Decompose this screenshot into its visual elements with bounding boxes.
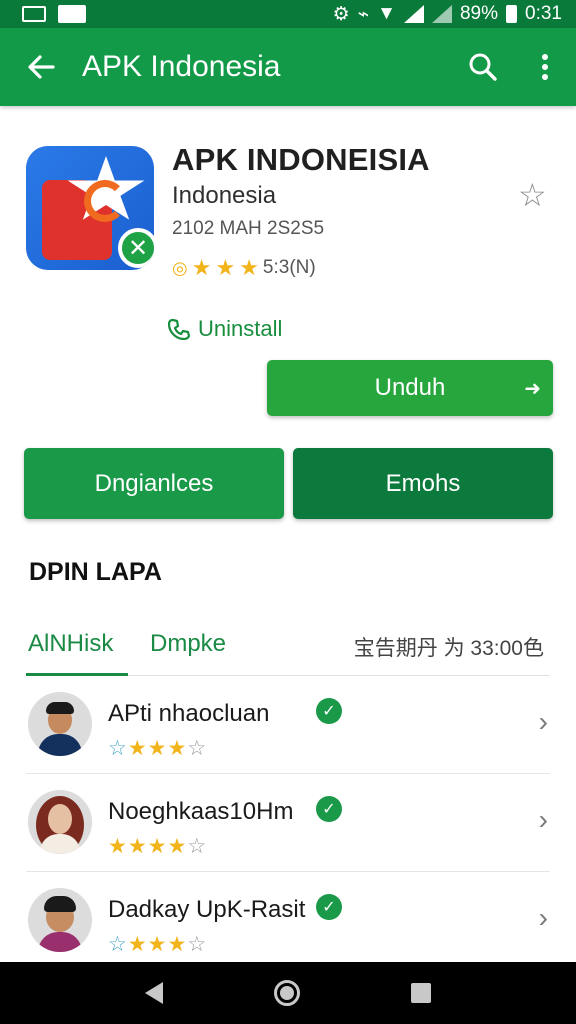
list-item[interactable]: APti nhaocluan ✓ ☆★★★☆ ›: [26, 676, 550, 774]
rating-badge-icon: ◎: [172, 257, 188, 278]
page-title: APK Indonesia: [82, 50, 281, 83]
list-item[interactable]: Noeghkaas10Hm ✓ ★★★★☆ ›: [26, 774, 550, 872]
nav-recents-icon[interactable]: [410, 983, 431, 1003]
arrow-right-icon: ➜: [524, 377, 541, 400]
wishlist-star-icon[interactable]: ☆: [518, 176, 547, 214]
avatar: [28, 692, 92, 756]
review-stars: ☆★★★☆: [108, 737, 208, 760]
wifi-icon: ▼: [377, 3, 396, 24]
signal-icon: [403, 5, 424, 23]
list-item[interactable]: Dadkay UpK-Rasit ✓ ☆★★★☆ ›: [26, 872, 550, 970]
tab-first[interactable]: AlNHisk: [28, 630, 113, 658]
search-icon: [469, 53, 497, 81]
photo-notification-icon: [22, 6, 46, 22]
verified-check-icon: ✓: [316, 894, 342, 920]
app-icon: ✕: [26, 146, 154, 270]
clock: 0:31: [525, 3, 562, 24]
signal-2-icon: [431, 5, 452, 23]
nav-back-icon[interactable]: [145, 982, 164, 1004]
download-label: Unduh: [374, 374, 446, 401]
secondary-left-button[interactable]: Dngianlces: [24, 448, 284, 519]
system-nav-bar: [0, 962, 576, 1024]
more-vert-icon: [542, 54, 548, 80]
app-notification-icon: [58, 5, 86, 23]
reviewer-name: Dadkay UpK-Rasit: [108, 896, 306, 923]
status-bar: ⚙ ⌁ ▼ 89% 0:31: [0, 0, 576, 28]
star-icon: ★: [191, 255, 212, 280]
verified-check-icon: ✓: [316, 698, 342, 724]
app-rating: ◎ ★ ★ ★ 5:3(N): [172, 255, 316, 281]
reviewer-name: Noeghkaas10Hm: [108, 798, 294, 825]
app-developer[interactable]: Indonesia: [172, 182, 276, 210]
search-button[interactable]: [452, 52, 514, 82]
star-icon: ★: [215, 255, 236, 280]
star-icon: ★: [239, 255, 259, 280]
more-options-button[interactable]: [514, 53, 576, 81]
vibrate-icon: ⌁: [357, 3, 370, 25]
arrow-left-icon: [28, 55, 55, 79]
uninstall-link[interactable]: Uninstall: [168, 316, 282, 342]
chevron-right-icon[interactable]: ›: [539, 804, 548, 836]
app-bar: APK Indonesia: [0, 28, 576, 106]
rating-count: 5:3(N): [262, 257, 316, 278]
app-name: APK INDONEISIA: [172, 142, 430, 177]
chevron-right-icon[interactable]: ›: [539, 902, 548, 934]
uninstall-label: Uninstall: [198, 316, 283, 341]
review-tabs: AlNHisk Dmpke 宝告期丹 为 33:00色: [26, 622, 550, 676]
app-size: 2102 MAH 2S2S5: [172, 218, 325, 239]
review-stars: ★★★★☆: [108, 835, 208, 858]
review-stars: ☆★★★☆: [108, 933, 208, 956]
avatar: [28, 888, 92, 952]
tab-meta: 宝告期丹 为 33:00色: [353, 637, 544, 660]
avatar: [28, 790, 92, 854]
back-button[interactable]: [0, 52, 82, 82]
battery-percent: 89%: [459, 3, 499, 24]
nfc-icon: ⚙: [332, 3, 350, 25]
battery-icon: [506, 5, 518, 23]
verified-check-icon: ✓: [316, 796, 342, 822]
tab-second[interactable]: Dmpke: [150, 630, 226, 658]
nav-home-icon[interactable]: [273, 980, 300, 1006]
chevron-right-icon[interactable]: ›: [539, 706, 548, 738]
close-badge-icon: ✕: [118, 228, 154, 268]
secondary-right-button[interactable]: Emohs: [293, 448, 553, 519]
phone-icon: [168, 318, 190, 340]
section-title: DPIN LAPA: [29, 558, 162, 586]
app-logo-swirl: [84, 180, 126, 222]
download-button[interactable]: Unduh ➜: [267, 360, 553, 416]
reviewer-name: APti nhaocluan: [108, 700, 270, 727]
